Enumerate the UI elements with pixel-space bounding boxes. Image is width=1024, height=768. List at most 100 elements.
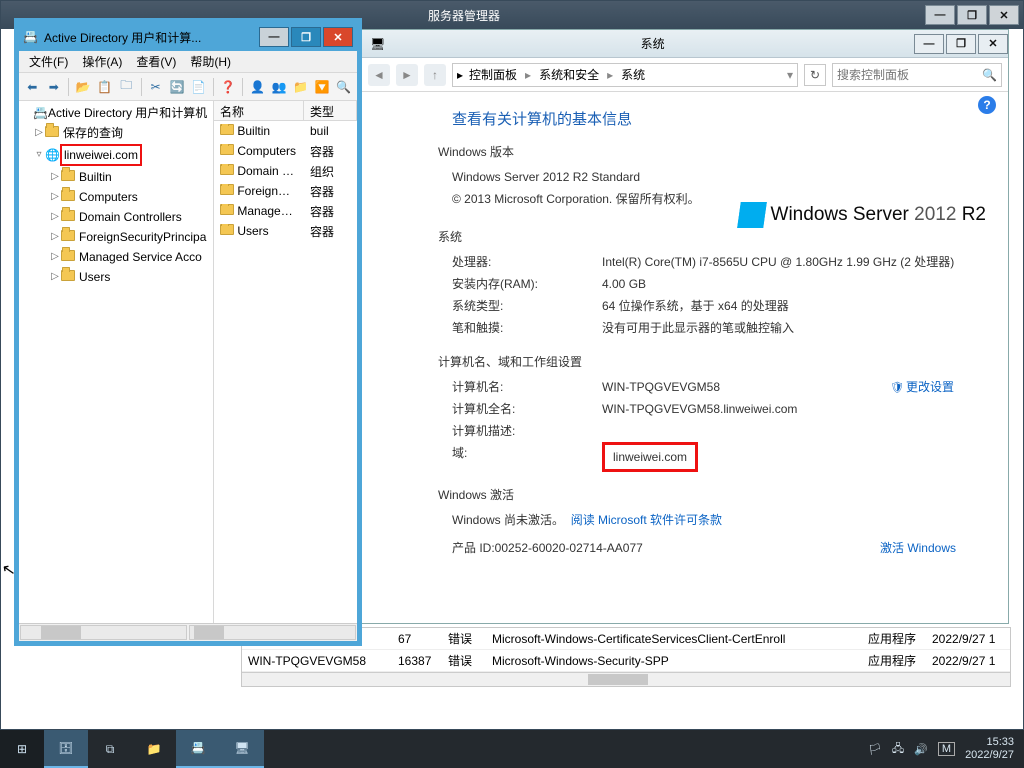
header-type[interactable]: 类型 (304, 101, 357, 120)
sys-close-button[interactable]: ✕ (978, 34, 1008, 54)
new-ou-icon[interactable]: 📁 (291, 77, 310, 97)
forward-icon[interactable]: ➡ (45, 77, 64, 97)
taskbar-powershell[interactable]: ⧉ (88, 730, 132, 768)
new-user-icon[interactable]: 👤 (248, 77, 267, 97)
search-input[interactable] (837, 68, 982, 82)
cpu-value: Intel(R) Core(TM) i7-8565U CPU @ 1.80GHz… (602, 251, 984, 273)
event-source: Microsoft-Windows-Security-SPP (486, 654, 862, 668)
activate-windows-link[interactable]: 激活 Windows (880, 537, 956, 559)
menu-help[interactable]: 帮助(H) (184, 53, 237, 70)
list-header: 名称 类型 (214, 101, 357, 121)
cut-icon[interactable]: ✂ (146, 77, 165, 97)
breadcrumb[interactable]: ▸ 控制面板 ▸ 系统和安全 ▸ 系统 ▾ (452, 63, 798, 87)
ram-value: 4.00 GB (602, 273, 984, 295)
ad-close-button[interactable]: ✕ (323, 27, 353, 47)
list-item[interactable]: Domain Co...组织 (214, 161, 357, 181)
tree-root-label: Active Directory 用户和计算机 (48, 104, 207, 122)
nav-back-button[interactable]: ◄ (368, 64, 390, 86)
tray-sound-icon[interactable]: 🔊 (914, 743, 928, 756)
clock-date: 2022/9/27 (965, 749, 1014, 762)
windows-server-logo: Windows Server 2012 R2 (739, 202, 986, 228)
tree-foreign-security[interactable]: ▷ForeignSecurityPrincipa (19, 227, 213, 247)
tray-flag-icon[interactable]: 🏳 (868, 743, 882, 756)
ad-title: Active Directory 用户和计算... (44, 29, 257, 46)
menu-view[interactable]: 查看(V) (130, 53, 182, 70)
breadcrumb-item[interactable]: 控制面板 (465, 66, 521, 83)
taskbar-explorer[interactable]: 📁 (132, 730, 176, 768)
properties-icon[interactable]: 📋 (95, 77, 114, 97)
refresh-icon[interactable]: 🔄 (168, 77, 187, 97)
sys-minimize-button[interactable]: — (914, 34, 944, 54)
event-row[interactable]: WIN-TPQGVEVGM58 16387 错误 Microsoft-Windo… (242, 650, 1010, 672)
refresh-button[interactable]: ↻ (804, 64, 826, 86)
tree-domain[interactable]: ▿🌐 linweiwei.com (19, 143, 213, 167)
full-name-label: 计算机全名: (452, 398, 602, 420)
event-date: 2022/9/27 1 (926, 654, 1010, 668)
tree-saved-queries[interactable]: ▷保存的查询 (19, 123, 213, 143)
filter-icon[interactable]: 🔽 (313, 77, 332, 97)
system-window: 🖥 系统 — ❐ ✕ ◄ ► ↑ ▸ 控制面板 ▸ 系统和安全 ▸ 系统 ▾ ↻ (361, 29, 1009, 624)
new-group-icon[interactable]: 👥 (270, 77, 289, 97)
list-item[interactable]: Users容器 (214, 221, 357, 241)
event-source: Microsoft-Windows-CertificateServicesCli… (486, 632, 862, 646)
taskbar-server-manager[interactable]: 🗄 (44, 730, 88, 768)
system-titlebar[interactable]: 🖥 系统 — ❐ ✕ (362, 30, 1008, 58)
list-item[interactable]: Computers容器 (214, 141, 357, 161)
domain-value: linweiwei.com (602, 442, 698, 472)
taskbar-ad-users[interactable]: 📇 (176, 730, 220, 768)
find-icon[interactable]: 🔍 (334, 77, 353, 97)
help-icon[interactable]: ❓ (219, 77, 238, 97)
taskbar-clock[interactable]: 15:33 2022/9/27 (965, 736, 1014, 762)
event-id: 67 (392, 632, 442, 646)
ad-app-icon: 📇 (23, 30, 38, 44)
change-settings-link[interactable]: 更改设置 (890, 376, 954, 399)
chevron-down-icon[interactable]: ▾ (787, 68, 793, 82)
tree-managed-service[interactable]: ▷Managed Service Acco (19, 247, 213, 267)
ad-tree: 📇 Active Directory 用户和计算机 ▷保存的查询 ▿🌐 linw… (19, 101, 214, 623)
list-item[interactable]: ForeignSec...容器 (214, 181, 357, 201)
domain-label: 域: (452, 442, 602, 472)
ad-minimize-button[interactable]: — (259, 27, 289, 47)
export-icon[interactable]: 📄 (189, 77, 208, 97)
nav-up-button[interactable]: ↑ (424, 64, 446, 86)
menu-action[interactable]: 操作(A) (76, 53, 128, 70)
pen-value: 没有可用于此显示器的笔或触控输入 (602, 317, 984, 339)
breadcrumb-item[interactable]: 系统 (617, 66, 649, 83)
list-item[interactable]: Managed S...容器 (214, 201, 357, 221)
delete-icon[interactable]: 🗀 (117, 77, 136, 97)
tree-domain-controllers[interactable]: ▷Domain Controllers (19, 207, 213, 227)
tree-builtin[interactable]: ▷Builtin (19, 167, 213, 187)
start-button[interactable]: ⊞ (0, 730, 44, 768)
license-terms-link[interactable]: 阅读 Microsoft 软件许可条款 (571, 509, 722, 531)
up-icon[interactable]: 📂 (74, 77, 93, 97)
tray-network-icon[interactable]: 🖧 (892, 740, 904, 759)
event-date: 2022/9/27 1 (926, 632, 1010, 646)
back-icon[interactable]: ⬅ (23, 77, 42, 97)
ram-label: 安装内存(RAM): (452, 273, 602, 295)
tree-item-label: 保存的查询 (63, 124, 123, 142)
taskbar-system[interactable]: 🖥 (220, 730, 264, 768)
maximize-button[interactable]: ❐ (957, 5, 987, 25)
close-button[interactable]: ✕ (989, 5, 1019, 25)
search-box[interactable]: 🔍 (832, 63, 1002, 87)
nav-forward-button[interactable]: ► (396, 64, 418, 86)
product-id-value: 00252-60020-02714-AA077 (495, 537, 643, 559)
menu-file[interactable]: 文件(F) (23, 53, 74, 70)
breadcrumb-item[interactable]: 系统和安全 (535, 66, 603, 83)
system-navbar: ◄ ► ↑ ▸ 控制面板 ▸ 系统和安全 ▸ 系统 ▾ ↻ 🔍 (362, 58, 1008, 92)
tree-users[interactable]: ▷Users (19, 267, 213, 287)
list-item[interactable]: Builtinbuil (214, 121, 357, 141)
tray-ime-icon[interactable]: M (938, 742, 955, 756)
section-windows-version: Windows 版本 (438, 143, 984, 160)
sys-maximize-button[interactable]: ❐ (946, 34, 976, 54)
tree-item-label: Computers (79, 188, 138, 206)
tree-computers[interactable]: ▷Computers (19, 187, 213, 207)
minimize-button[interactable]: — (925, 5, 955, 25)
header-name[interactable]: 名称 (214, 101, 304, 120)
ad-titlebar[interactable]: 📇 Active Directory 用户和计算... — ❐ ✕ (19, 23, 357, 51)
computer-desc-value (602, 420, 984, 442)
horizontal-scrollbar[interactable] (242, 672, 1010, 686)
ad-horizontal-scrollbar[interactable] (19, 623, 357, 641)
tree-root[interactable]: 📇 Active Directory 用户和计算机 (19, 103, 213, 123)
ad-maximize-button[interactable]: ❐ (291, 27, 321, 47)
